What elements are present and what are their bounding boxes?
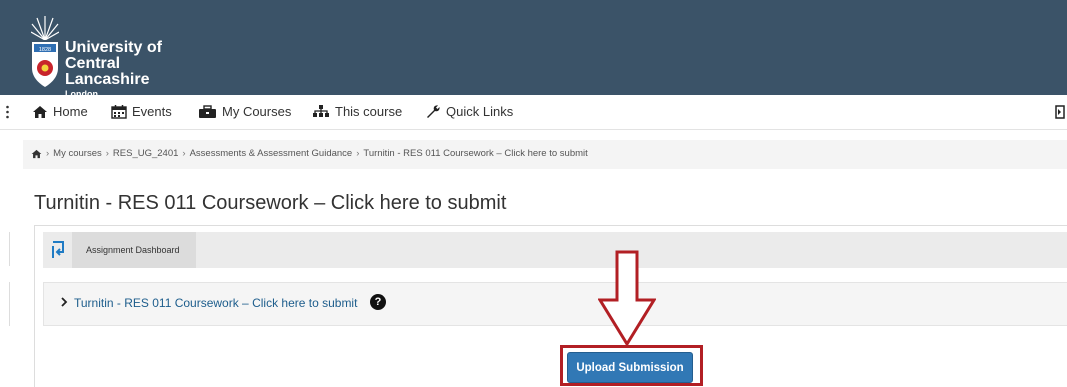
- home-icon: [33, 105, 47, 118]
- university-logo[interactable]: 1828 University of Central Lancashire Lo…: [25, 14, 195, 99]
- calendar-icon: [111, 105, 127, 119]
- turnitin-icon: [52, 241, 64, 258]
- home-icon[interactable]: [31, 149, 42, 159]
- breadcrumb: › My courses › RES_UG_2401 › Assessments…: [23, 140, 1067, 169]
- nav-events-label: Events: [132, 104, 172, 119]
- breadcrumb-separator: ›: [105, 148, 109, 159]
- nav-home[interactable]: Home: [32, 104, 88, 119]
- breadcrumb-separator: ›: [356, 148, 360, 159]
- logo-wordmark: University of Central Lancashire London: [65, 40, 195, 100]
- assignment-tabbar: [43, 232, 1067, 268]
- nav-quick-links-label: Quick Links: [446, 104, 514, 119]
- sunburst-icon: [31, 16, 59, 40]
- turnitin-tab-button[interactable]: [43, 232, 69, 268]
- logo-line-2: Central Lancashire: [65, 55, 150, 88]
- breadcrumb-item[interactable]: RES_UG_2401: [113, 148, 178, 159]
- page-title: Turnitin - RES 011 Coursework – Click he…: [34, 192, 507, 214]
- tab-assignment-dashboard-label: Assignment Dashboard: [86, 245, 180, 255]
- submission-link[interactable]: Turnitin - RES 011 Coursework – Click he…: [74, 296, 357, 310]
- logo-year: 1828: [39, 47, 51, 53]
- help-icon[interactable]: ?: [370, 294, 386, 310]
- breadcrumb-separator: ›: [182, 148, 186, 159]
- shield-icon: 1828: [32, 42, 58, 87]
- nav-this-course[interactable]: This course: [312, 104, 402, 119]
- nav-my-courses-label: My Courses: [222, 104, 292, 119]
- wrench-icon: [427, 105, 440, 118]
- nav-home-label: Home: [53, 104, 88, 119]
- logo-line-1: University of: [65, 39, 162, 56]
- drawer-right-icon[interactable]: [1055, 105, 1065, 119]
- breadcrumb-item[interactable]: My courses: [53, 148, 102, 159]
- drawer-toggle-icon[interactable]: [6, 105, 9, 119]
- site-header: 1828 University of Central Lancashire Lo…: [0, 0, 1067, 99]
- breadcrumb-current: Turnitin - RES 011 Coursework – Click he…: [363, 148, 588, 159]
- nav-this-course-label: This course: [335, 104, 403, 119]
- breadcrumb-item[interactable]: Assessments & Assessment Guidance: [190, 148, 353, 159]
- upload-submission-button[interactable]: Upload Submission: [567, 352, 693, 383]
- nav-my-courses[interactable]: My Courses: [198, 104, 291, 119]
- chevron-right-icon[interactable]: [60, 297, 68, 307]
- breadcrumb-separator: ›: [46, 148, 50, 159]
- sitemap-icon: [313, 105, 329, 117]
- nav-events[interactable]: Events: [111, 104, 172, 119]
- nav-quick-links[interactable]: Quick Links: [425, 104, 513, 119]
- briefcase-icon: [199, 104, 216, 118]
- down-arrow-annotation-icon: [598, 250, 656, 346]
- main-navbar: Home Events My Courses This course Quick…: [0, 95, 1067, 130]
